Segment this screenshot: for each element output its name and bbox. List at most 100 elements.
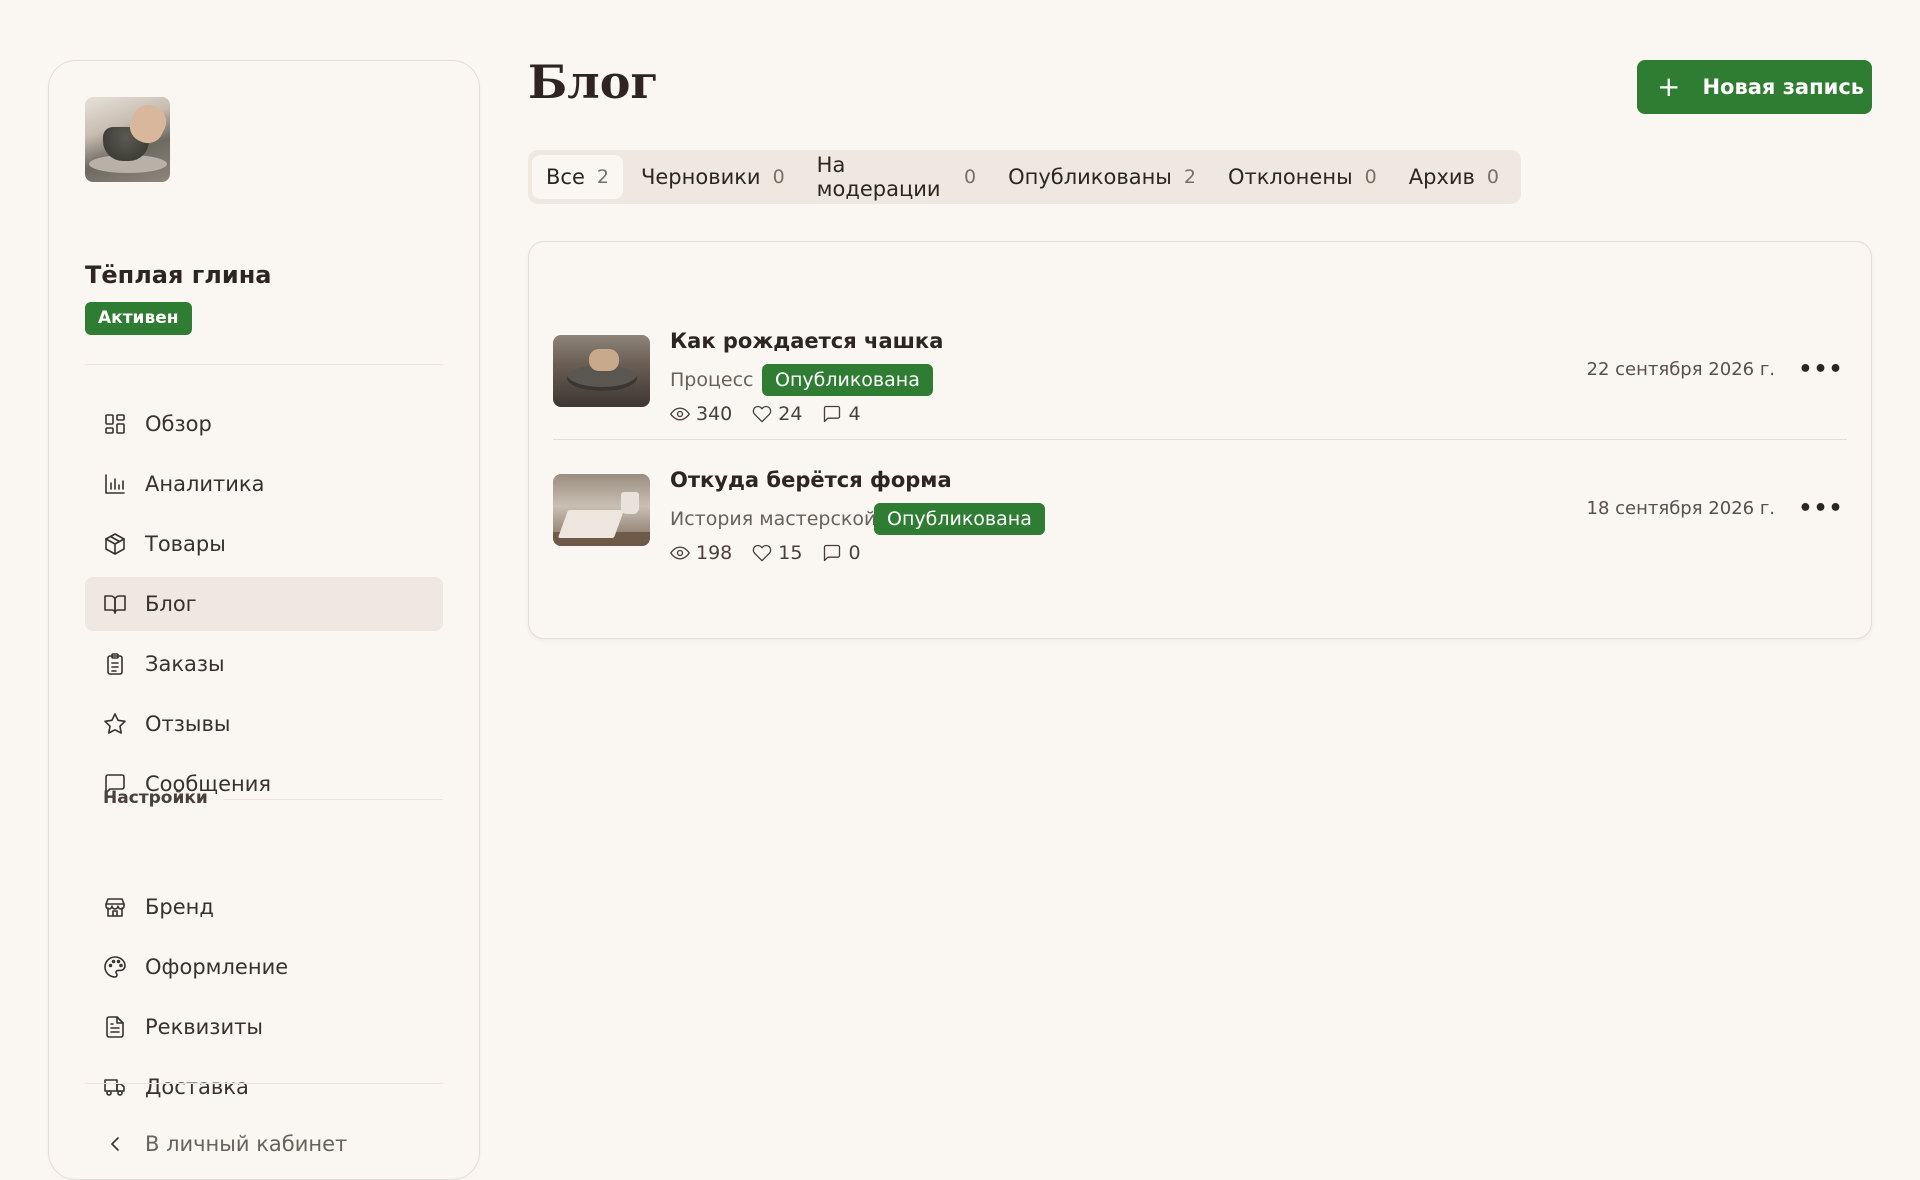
page-title: Блог [528, 55, 659, 109]
views-count: 198 [696, 542, 733, 564]
sidebar-item-appearance[interactable]: Оформление [85, 940, 443, 994]
comments-count: 4 [848, 403, 861, 425]
post-title[interactable]: Откуда берётся форма [670, 468, 952, 492]
post-category: Процесс [670, 369, 754, 391]
post-row[interactable]: Откуда берётся форма История мастерской … [553, 450, 1847, 570]
clipboard-icon [103, 652, 127, 676]
palette-icon [103, 955, 127, 979]
back-to-account-link[interactable]: В личный кабинет [85, 1117, 443, 1171]
tab-label: Черновики [640, 165, 761, 189]
sidebar-item-label: Заказы [145, 652, 225, 676]
sidebar-item-label: Обзор [145, 412, 212, 436]
tab-drafts[interactable]: Черновики 0 [627, 155, 799, 199]
sidebar-item-label: Блог [145, 592, 197, 616]
dashboard-icon [103, 412, 127, 436]
sidebar-divider [85, 364, 443, 365]
post-thumbnail[interactable] [553, 335, 650, 407]
tab-archive[interactable]: Архив 0 [1395, 155, 1513, 199]
settings-divider [223, 799, 443, 800]
views-stat: 198 [670, 542, 732, 564]
tab-count: 2 [1183, 166, 1196, 188]
likes-count: 15 [778, 542, 803, 564]
tab-moderation[interactable]: На модерации 0 [803, 153, 990, 201]
sidebar-item-label: Реквизиты [145, 1015, 263, 1039]
more-options-icon[interactable]: ••• [1798, 355, 1842, 383]
post-date: 22 сентября 2026 г. [1586, 359, 1775, 380]
comment-icon [824, 405, 841, 423]
post-thumbnail[interactable] [553, 474, 650, 546]
sidebar-divider [85, 1083, 443, 1084]
sidebar-item-blog[interactable]: Блог [85, 577, 443, 631]
package-icon [103, 532, 127, 556]
plus-icon: + [1657, 70, 1681, 103]
sidebar-item-label: Отзывы [145, 712, 231, 736]
sidebar-item-overview[interactable]: Обзор [85, 397, 443, 451]
new-post-button-label: Новая запись [1702, 75, 1865, 99]
views-count: 340 [696, 403, 733, 425]
tab-published[interactable]: Опубликованы 2 [994, 155, 1210, 199]
tab-count: 0 [1486, 166, 1499, 188]
eye-icon [670, 407, 690, 421]
tab-count: 0 [772, 166, 785, 188]
truck-icon [103, 1075, 127, 1099]
post-row[interactable]: Как рождается чашка Процесс Опубликована… [553, 311, 1847, 431]
likes-count: 24 [778, 403, 803, 425]
shop-avatar[interactable] [85, 97, 170, 182]
tab-rejected[interactable]: Отклонены 0 [1214, 155, 1391, 199]
sidebar-item-orders[interactable]: Заказы [85, 637, 443, 691]
status-badge: Опубликована [874, 503, 1045, 535]
heart-icon [752, 544, 772, 562]
comments-stat: 0 [822, 542, 861, 564]
post-date: 18 сентября 2026 г. [1586, 498, 1775, 519]
tab-count: 0 [1364, 166, 1377, 188]
sidebar-item-delivery[interactable]: Доставка [85, 1060, 443, 1114]
sidebar-item-reviews[interactable]: Отзывы [85, 697, 443, 751]
views-stat: 340 [670, 403, 732, 425]
chevron-left-icon [103, 1132, 127, 1156]
sidebar-item-products[interactable]: Товары [85, 517, 443, 571]
row-divider [553, 439, 1847, 440]
comments-count: 0 [848, 542, 861, 564]
comment-icon [824, 544, 841, 562]
sidebar-item-analytics[interactable]: Аналитика [85, 457, 443, 511]
tab-label: Архив [1408, 165, 1475, 189]
more-options-icon[interactable]: ••• [1798, 494, 1842, 522]
likes-stat: 24 [752, 403, 802, 425]
tab-label: Опубликованы [1008, 165, 1172, 189]
eye-icon [670, 546, 690, 560]
book-open-icon [103, 592, 127, 616]
tab-label: Все [546, 165, 585, 189]
sidebar-item-label: Доставка [145, 1075, 249, 1099]
sidebar-item-requisites[interactable]: Реквизиты [85, 1000, 443, 1054]
store-icon [103, 895, 127, 919]
sidebar-item-label: Оформление [145, 955, 289, 979]
post-category: История мастерской [670, 508, 877, 530]
bar-chart-icon [103, 472, 127, 496]
tab-all[interactable]: Все 2 [532, 155, 623, 199]
heart-icon [752, 405, 772, 423]
document-icon [103, 1015, 127, 1039]
tab-label: На модерации [816, 153, 941, 201]
tab-label: Отклонены [1227, 165, 1353, 189]
shop-name: Тёплая глина [85, 261, 272, 289]
back-link-label: В личный кабинет [145, 1132, 348, 1156]
posts-list: Как рождается чашка Процесс Опубликована… [528, 241, 1872, 639]
post-stats: 340 24 4 [670, 403, 881, 425]
status-badge: Опубликована [762, 364, 933, 396]
post-stats: 198 15 0 [670, 542, 881, 564]
new-post-button[interactable]: + Новая запись [1637, 60, 1872, 114]
sidebar-item-label: Товары [145, 532, 226, 556]
comments-stat: 4 [822, 403, 861, 425]
tab-count: 2 [596, 166, 609, 188]
post-title[interactable]: Как рождается чашка [670, 329, 943, 353]
sidebar-item-label: Бренд [145, 895, 214, 919]
sidebar-item-brand[interactable]: Бренд [85, 880, 443, 934]
settings-section-label: Настройки [103, 788, 208, 808]
likes-stat: 15 [752, 542, 802, 564]
sidebar-item-label: Аналитика [145, 472, 265, 496]
star-icon [103, 712, 127, 736]
sidebar: Тёплая глина Активен Обзор Аналитика Тов… [48, 60, 480, 1180]
status-tabs: Все 2 Черновики 0 На модерации 0 Опублик… [528, 150, 1521, 204]
tab-count: 0 [963, 166, 977, 188]
status-badge: Активен [85, 302, 192, 335]
